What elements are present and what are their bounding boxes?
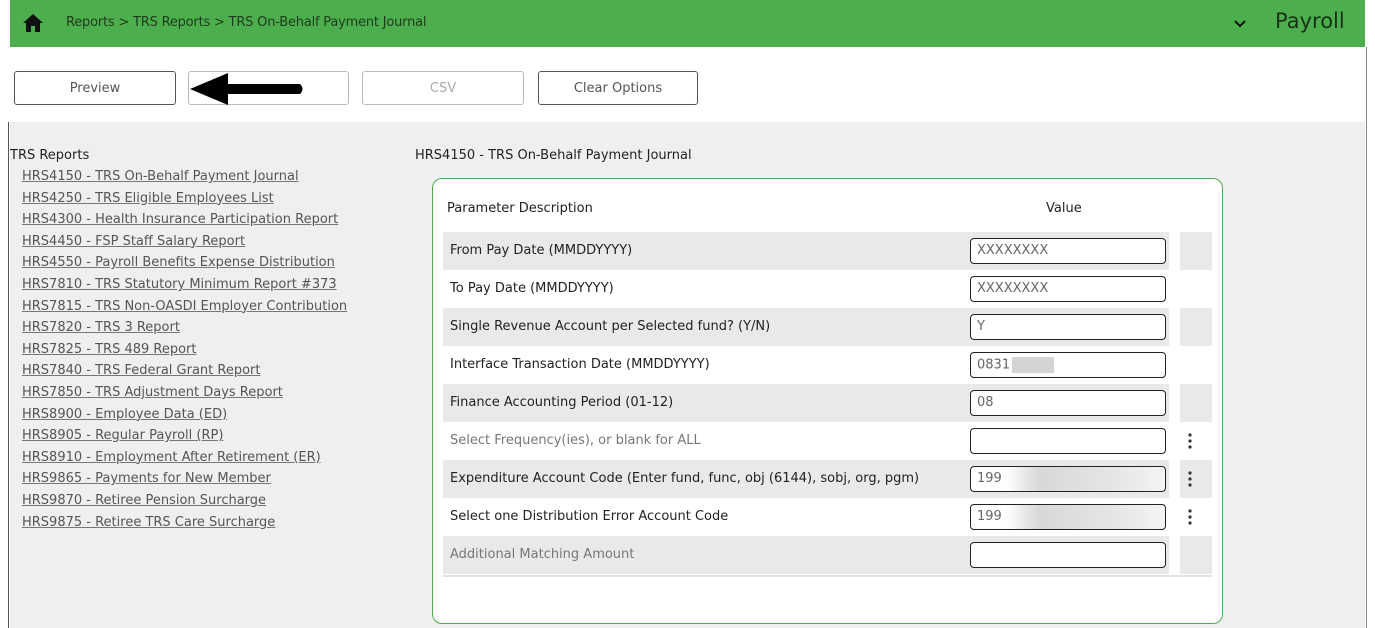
param-row-accounting-period: Finance Accounting Period (01-12) 08 [443, 384, 1212, 422]
nav-link-hrs8910[interactable]: HRS8910 - Employment After Retirement (E… [22, 447, 347, 469]
param-label: Select Frequency(ies), or blank for ALL [450, 433, 701, 448]
param-row-matching-amount: Additional Matching Amount [443, 536, 1212, 574]
param-label: Expenditure Account Code (Enter fund, fu… [450, 471, 920, 486]
nav-link-hrs8905[interactable]: HRS8905 - Regular Payroll (RP) [22, 425, 347, 447]
nav-link-hrs4300[interactable]: HRS4300 - Health Insurance Participation… [22, 209, 347, 231]
nav-link-hrs4550[interactable]: HRS4550 - Payroll Benefits Expense Distr… [22, 252, 347, 274]
report-nav-list: HRS4150 - TRS On-Behalf Payment Journal … [22, 166, 347, 533]
chevron-down-icon[interactable] [1233, 17, 1247, 31]
nav-link-hrs4450[interactable]: HRS4450 - FSP Staff Salary Report [22, 231, 347, 253]
param-row-single-revenue: Single Revenue Account per Selected fund… [443, 308, 1212, 346]
kebab-menu-icon[interactable] [1187, 433, 1193, 449]
param-row-interface-date: Interface Transaction Date (MMDDYYYY) 08… [443, 346, 1212, 384]
csv-button[interactable]: CSV [362, 71, 524, 105]
nav-link-hrs9875[interactable]: HRS9875 - Retiree TRS Care Surcharge [22, 512, 347, 534]
kebab-menu-icon[interactable] [1187, 509, 1193, 525]
table-bottom-divider [443, 575, 1212, 577]
redacted-block [1012, 357, 1055, 373]
nav-link-hrs7815[interactable]: HRS7815 - TRS Non-OASDI Employer Contrib… [22, 296, 347, 318]
single-revenue-input[interactable]: Y [970, 314, 1166, 340]
distribution-error-input[interactable]: 199 [970, 504, 1166, 530]
param-label: From Pay Date (MMDDYYYY) [450, 243, 633, 258]
top-bar: Reports > TRS Reports > TRS On-Behalf Pa… [10, 0, 1365, 47]
nav-link-hrs4150[interactable]: HRS4150 - TRS On-Behalf Payment Journal [22, 166, 347, 188]
interface-date-input[interactable]: 0831 [970, 352, 1166, 378]
column-header-value: Value [1046, 201, 1082, 216]
nav-link-hrs7825[interactable]: HRS7825 - TRS 489 Report [22, 339, 347, 361]
nav-link-hrs7840[interactable]: HRS7840 - TRS Federal Grant Report [22, 360, 347, 382]
expenditure-account-input[interactable]: 199 [970, 466, 1166, 492]
preview-button[interactable]: Preview [14, 71, 176, 105]
module-title[interactable]: Payroll [1275, 9, 1345, 33]
arrow-left-icon [190, 73, 303, 105]
param-label: Interface Transaction Date (MMDDYYYY) [450, 357, 710, 372]
kebab-menu-icon[interactable] [1187, 471, 1193, 487]
interface-date-value: 0831 [977, 357, 1011, 373]
param-row-distribution-error: Select one Distribution Error Account Co… [443, 498, 1212, 536]
param-label: Finance Accounting Period (01-12) [450, 395, 674, 410]
column-header-description: Parameter Description [447, 201, 593, 216]
toolbar: Preview CSV Clear Options [10, 47, 1365, 122]
nav-link-hrs9865[interactable]: HRS9865 - Payments for New Member [22, 468, 347, 490]
param-row-frequency: Select Frequency(ies), or blank for ALL [443, 422, 1212, 460]
left-border [8, 122, 9, 628]
breadcrumb: Reports > TRS Reports > TRS On-Behalf Pa… [66, 15, 427, 30]
right-border [1366, 47, 1367, 628]
nav-link-hrs7820[interactable]: HRS7820 - TRS 3 Report [22, 317, 347, 339]
nav-title: TRS Reports [10, 148, 90, 163]
report-title: HRS4150 - TRS On-Behalf Payment Journal [415, 148, 692, 163]
frequency-input[interactable] [970, 428, 1166, 454]
clear-options-button[interactable]: Clear Options [538, 71, 698, 105]
to-pay-date-input[interactable]: XXXXXXXX [970, 276, 1166, 302]
nav-link-hrs8900[interactable]: HRS8900 - Employee Data (ED) [22, 404, 347, 426]
from-pay-date-input[interactable]: XXXXXXXX [970, 238, 1166, 264]
home-icon[interactable] [22, 12, 44, 34]
param-row-from-pay-date: From Pay Date (MMDDYYYY) XXXXXXXX [443, 232, 1212, 270]
accounting-period-input[interactable]: 08 [970, 390, 1166, 416]
param-label: To Pay Date (MMDDYYYY) [450, 281, 614, 296]
nav-link-hrs7810[interactable]: HRS7810 - TRS Statutory Minimum Report #… [22, 274, 347, 296]
nav-link-hrs7850[interactable]: HRS7850 - TRS Adjustment Days Report [22, 382, 347, 404]
nav-link-hrs4250[interactable]: HRS4250 - TRS Eligible Employees List [22, 188, 347, 210]
param-row-to-pay-date: To Pay Date (MMDDYYYY) XXXXXXXX [443, 270, 1212, 308]
param-label: Single Revenue Account per Selected fund… [450, 319, 771, 334]
nav-link-hrs9870[interactable]: HRS9870 - Retiree Pension Surcharge [22, 490, 347, 512]
matching-amount-input[interactable] [970, 542, 1166, 568]
param-label: Select one Distribution Error Account Co… [450, 509, 729, 524]
param-row-expenditure-account: Expenditure Account Code (Enter fund, fu… [443, 460, 1212, 498]
param-label: Additional Matching Amount [450, 547, 635, 562]
